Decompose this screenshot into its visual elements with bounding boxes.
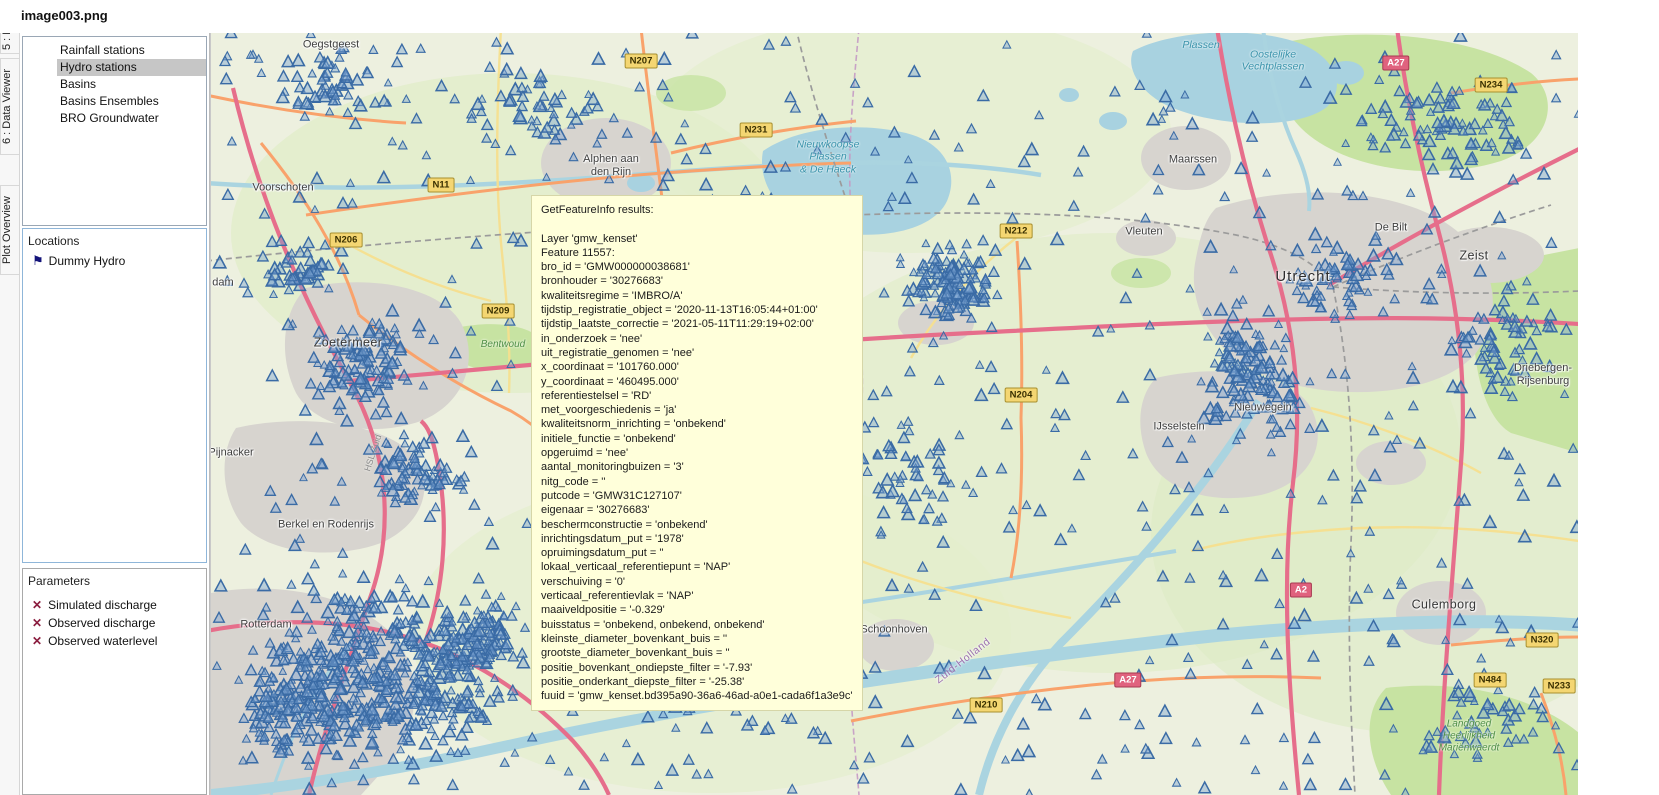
parameter-item-0[interactable]: ✕ Simulated discharge <box>23 596 206 614</box>
parameter-item-2[interactable]: ✕ Observed waterlevel <box>23 632 206 650</box>
tooltip-line: verticaal_referentievlak = 'NAP' <box>541 589 853 603</box>
tooltip-line: Layer 'gmw_kenset' <box>541 232 853 246</box>
window-title: image003.png <box>21 8 108 23</box>
tooltip-lines: Layer 'gmw_kenset'Feature 11557:bro_id =… <box>541 217 853 703</box>
tooltip-line: beschermconstructie = 'onbekend' <box>541 518 853 532</box>
tooltip-line: putcode = 'GMW31C127107' <box>541 489 853 503</box>
tooltip-line: x_coordinaat = '101760.000' <box>541 360 853 374</box>
map-tooltip: GetFeatureInfo results: Layer 'gmw_kense… <box>531 195 863 711</box>
tooltip-line: fuuid = 'gmw_kenset.bd395a90-36a6-46ad-a… <box>541 689 853 703</box>
layer-item-0[interactable]: Rainfall stations <box>57 42 206 59</box>
parameters-panel: Parameters ✕ Simulated discharge ✕ Observed… <box>22 568 207 795</box>
tooltip-line: lokaal_verticaal_referentiepunt = 'NAP' <box>541 560 853 574</box>
side-tab-strip: 5 : F 6 : Data Viewer Plot Overview <box>0 33 20 795</box>
tooltip-line: Feature 11557: <box>541 246 853 260</box>
side-tab-2[interactable]: Plot Overview <box>0 185 20 275</box>
layer-item-4[interactable]: BRO Groundwater <box>57 110 206 127</box>
tooltip-line: verschuiving = '0' <box>541 575 853 589</box>
tooltip-line: opgeruimd = 'nee' <box>541 446 853 460</box>
parameter-item-label: Simulated discharge <box>48 598 157 612</box>
layers-list-box: Rainfall stationsHydro stationsBasinsBas… <box>22 36 207 226</box>
tooltip-title: GetFeatureInfo results: <box>541 203 853 217</box>
tooltip-line: kwaliteitsregime = 'IMBRO/A' <box>541 289 853 303</box>
tooltip-line: referentiestelsel = 'RD' <box>541 389 853 403</box>
layers-list: Rainfall stationsHydro stationsBasinsBas… <box>23 37 206 127</box>
tooltip-line <box>541 217 853 231</box>
tooltip-line: tijdstip_laatste_correctie = '2021-05-11… <box>541 317 853 331</box>
map-viewport[interactable]: GetFeatureInfo results: Layer 'gmw_kense… <box>210 33 1578 795</box>
locations-list: ⚑ Dummy Hydro <box>23 250 206 270</box>
parameter-item-1[interactable]: ✕ Observed discharge <box>23 614 206 632</box>
tooltip-line: uit_registratie_genomen = 'nee' <box>541 346 853 360</box>
tooltip-line: buisstatus = 'onbekend, onbekend, onbeke… <box>541 618 853 632</box>
tooltip-line: bronhouder = '30276683' <box>541 274 853 288</box>
tooltip-line: bro_id = 'GMW000000038681' <box>541 260 853 274</box>
tooltip-line: positie_bovenkant_ondiepste_filter = '-7… <box>541 661 853 675</box>
tooltip-line: inrichtingsdatum_put = '1978' <box>541 532 853 546</box>
tooltip-line: met_voorgeschiedenis = 'ja' <box>541 403 853 417</box>
x-icon: ✕ <box>32 635 42 647</box>
layer-item-1[interactable]: Hydro stations <box>57 59 206 76</box>
tooltip-line: y_coordinaat = '460495.000' <box>541 375 853 389</box>
x-icon: ✕ <box>32 617 42 629</box>
tooltip-line: kleinste_diameter_bovenkant_buis = '' <box>541 632 853 646</box>
location-item-label: Dummy Hydro <box>49 254 126 268</box>
tooltip-line: in_onderzoek = 'nee' <box>541 332 853 346</box>
window-titlebar: image003.png <box>0 0 1659 33</box>
tooltip-line: nitg_code = '' <box>541 475 853 489</box>
tooltip-line: opruimingsdatum_put = '' <box>541 546 853 560</box>
x-icon: ✕ <box>32 599 42 611</box>
layer-item-2[interactable]: Basins <box>57 76 206 93</box>
tooltip-line: grootste_diameter_bovenkant_buis = '' <box>541 646 853 660</box>
locations-title: Locations <box>23 229 206 250</box>
tooltip-line: tijdstip_registratie_object = '2020-11-1… <box>541 303 853 317</box>
flag-icon: ⚑ <box>32 255 44 267</box>
tooltip-line: maaiveldpositie = '-0.329' <box>541 603 853 617</box>
parameters-title: Parameters <box>23 569 206 590</box>
tooltip-line: eigenaar = '30276683' <box>541 503 853 517</box>
tooltip-line: kwaliteitsnorm_inrichting = 'onbekend' <box>541 417 853 431</box>
parameter-item-label: Observed discharge <box>48 616 155 630</box>
locations-panel: Locations ⚑ Dummy Hydro <box>22 228 207 563</box>
left-panel: Rainfall stationsHydro stationsBasinsBas… <box>20 33 210 795</box>
parameter-item-label: Observed waterlevel <box>48 634 157 648</box>
map-canvas <box>211 33 1578 795</box>
tooltip-line: positie_onderkant_diepste_filter = '-25.… <box>541 675 853 689</box>
tooltip-line: initiele_functie = 'onbekend' <box>541 432 853 446</box>
side-tab-0[interactable]: 5 : F <box>0 33 20 54</box>
side-tab-1[interactable]: 6 : Data Viewer <box>0 58 20 155</box>
parameters-list: ✕Simulated discharge✕Observed discharge✕… <box>23 596 206 650</box>
location-item-0[interactable]: ⚑ Dummy Hydro <box>23 250 206 270</box>
layer-item-3[interactable]: Basins Ensembles <box>57 93 206 110</box>
tooltip-line: aantal_monitoringbuizen = '3' <box>541 460 853 474</box>
